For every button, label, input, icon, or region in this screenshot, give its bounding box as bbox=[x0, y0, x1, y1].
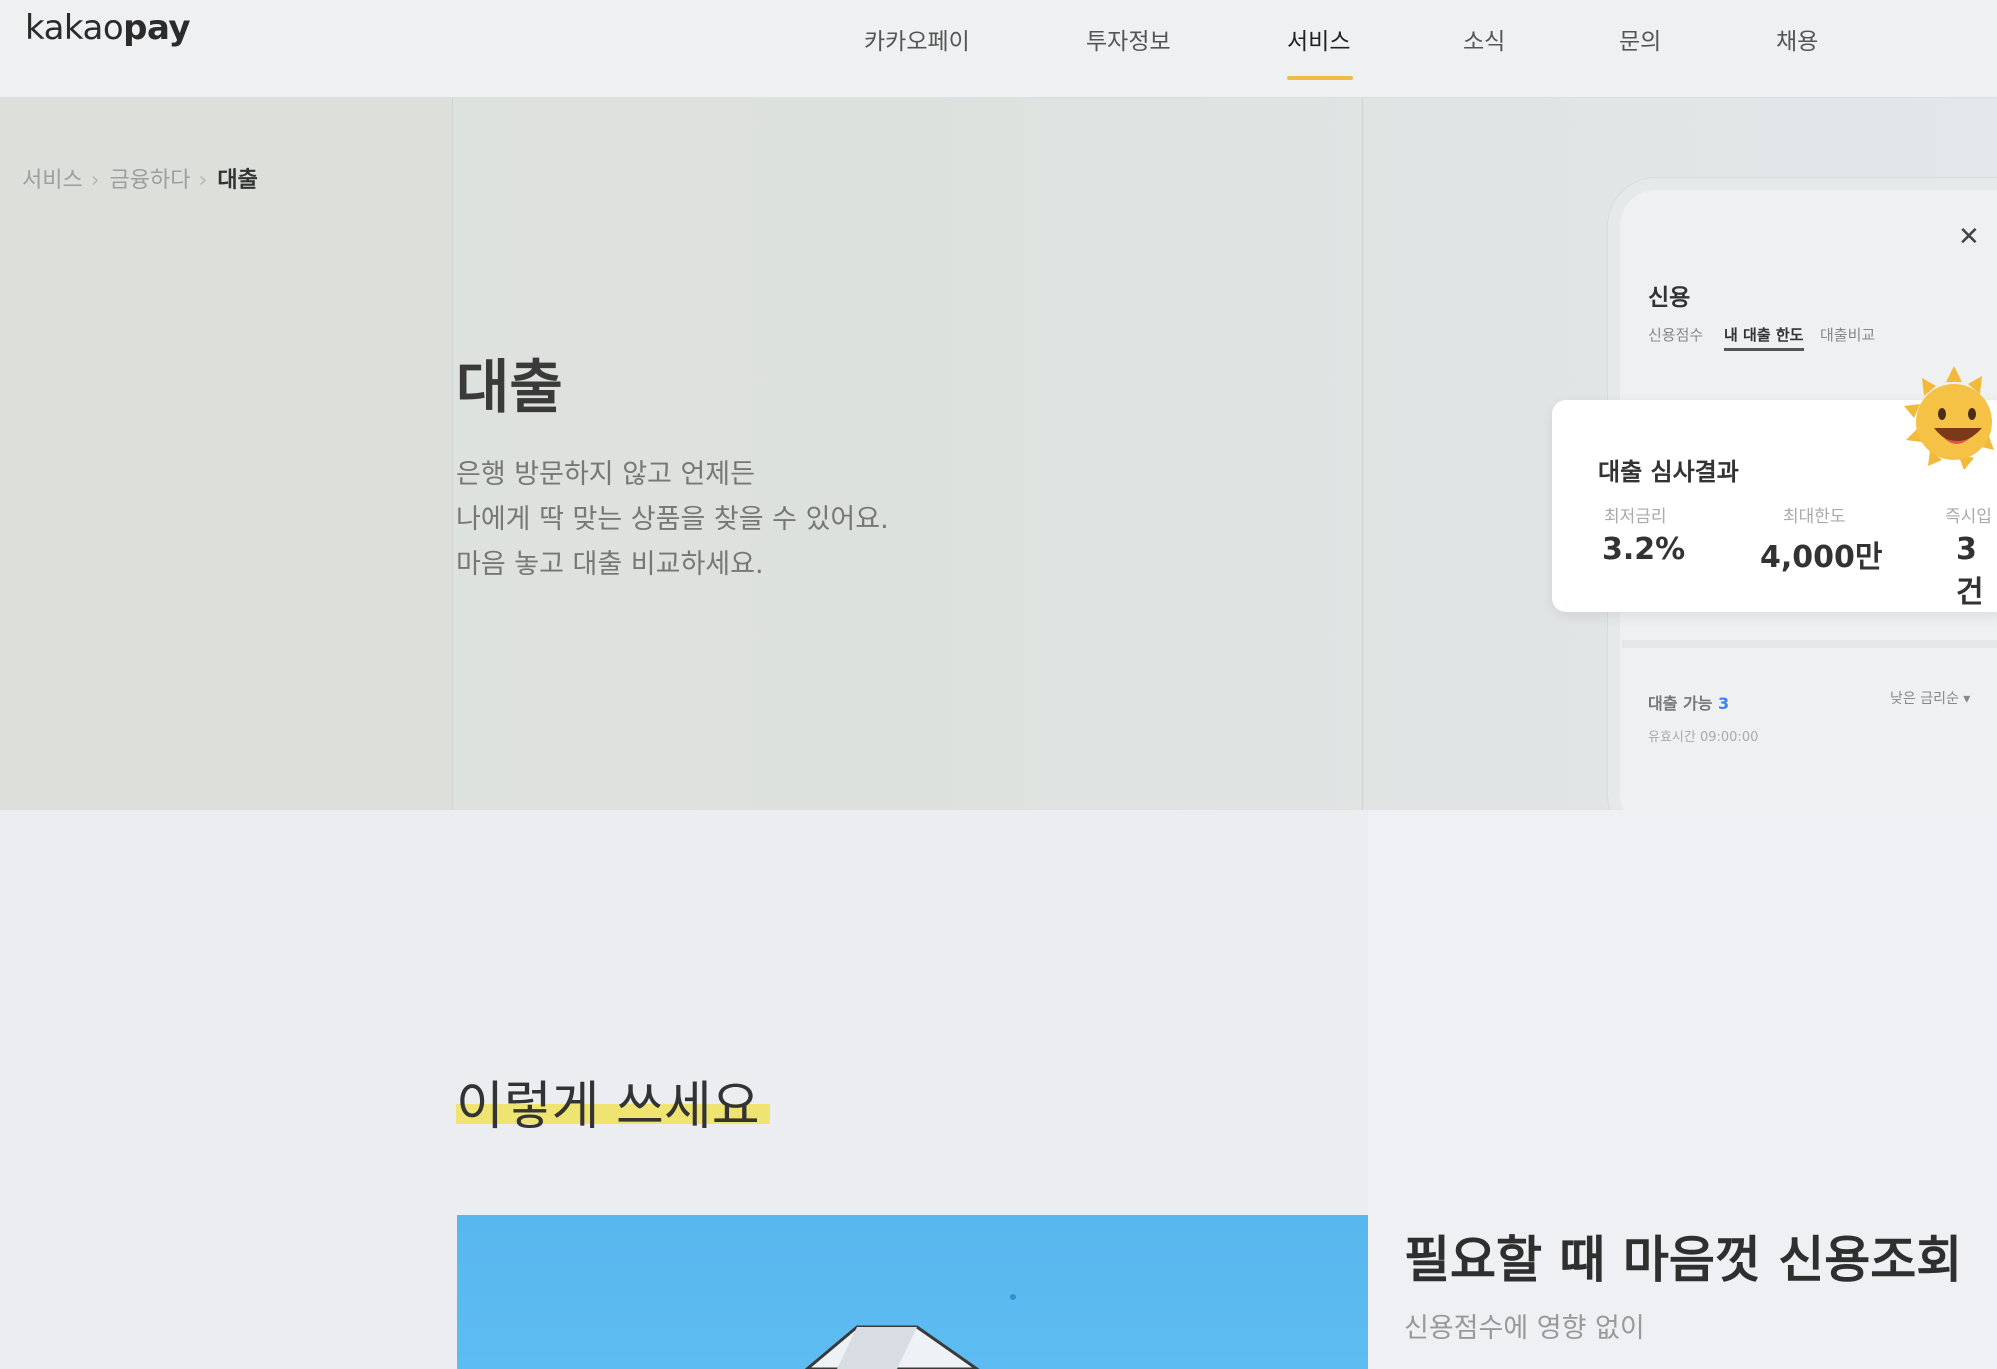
phone-tab-credit-score[interactable]: 신용점수 bbox=[1648, 324, 1703, 345]
breadcrumb-item-services[interactable]: 서비스 bbox=[22, 168, 83, 193]
loan-available-count: 3 bbox=[1718, 694, 1730, 713]
feature-title: 필요할 때 마음껏 신용조회 bbox=[1404, 1231, 1963, 1289]
page-title: 대출 bbox=[456, 353, 563, 421]
main-nav: 카카오페이 투자정보 서비스 소식 문의 채용 bbox=[0, 18, 1997, 80]
result-label-min-rate: 최저금리 bbox=[1604, 507, 1667, 527]
phone-divider bbox=[1622, 640, 1997, 648]
nav-item-news[interactable]: 소식 bbox=[1463, 22, 1505, 56]
breadcrumb-item-finance[interactable]: 금융하다 bbox=[110, 168, 191, 193]
result-value-max-limit: 4,000만 bbox=[1760, 540, 1883, 575]
phone-title: 신용 bbox=[1648, 285, 1691, 311]
nav-item-kakaopay[interactable]: 카카오페이 bbox=[864, 22, 970, 56]
chevron-right-icon: › bbox=[198, 168, 208, 193]
hero-description: 은행 방문하지 않고 언제든 나에게 딱 맞는 상품을 찾을 수 있어요. 마음… bbox=[456, 452, 889, 587]
phone-tab-underline bbox=[1724, 348, 1804, 351]
result-value-min-rate: 3.2% bbox=[1602, 532, 1686, 567]
hero-left-panel bbox=[0, 98, 452, 810]
phone-tab-loan-limit[interactable]: 내 대출 한도 bbox=[1724, 324, 1803, 345]
nav-item-services[interactable]: 서비스 bbox=[1287, 22, 1350, 56]
nav-item-contact[interactable]: 문의 bbox=[1619, 22, 1661, 56]
result-value-instant: 3건 bbox=[1956, 532, 1984, 610]
loan-available-label: 대출 가능 bbox=[1648, 694, 1713, 713]
feature-subtitle: 신용점수에 영향 없이 bbox=[1404, 1313, 1645, 1344]
feature-illustration bbox=[457, 1215, 1368, 1369]
envelope-illustration-icon bbox=[804, 1294, 1016, 1369]
hero-desc-line: 마음 놓고 대출 비교하세요. bbox=[456, 549, 764, 580]
breadcrumb-item-current: 대출 bbox=[217, 168, 258, 193]
nav-item-investor[interactable]: 투자정보 bbox=[1086, 22, 1171, 56]
sort-dropdown[interactable]: 낮은 금리순 ▾ bbox=[1890, 688, 1970, 708]
hero-desc-line: 은행 방문하지 않고 언제든 bbox=[456, 459, 755, 490]
phone-tab-loan-compare[interactable]: 대출비교 bbox=[1820, 324, 1875, 345]
section-title: 이렇게 쓰세요 bbox=[456, 1077, 760, 1137]
grid-divider-mid bbox=[1362, 98, 1363, 810]
chevron-right-icon: › bbox=[90, 168, 100, 193]
result-card-title: 대출 심사결과 bbox=[1598, 458, 1739, 486]
breadcrumb: 서비스 › 금융하다 › 대출 bbox=[22, 162, 266, 194]
loan-available: 대출 가능 3 bbox=[1648, 690, 1729, 714]
hero-desc-line: 나에게 딱 맞는 상품을 찾을 수 있어요. bbox=[456, 504, 889, 535]
sun-character-icon bbox=[1904, 366, 1994, 470]
close-icon[interactable]: ✕ bbox=[1958, 222, 1980, 252]
nav-item-careers[interactable]: 채용 bbox=[1776, 22, 1818, 56]
result-label-instant: 즉시입 bbox=[1945, 507, 1992, 527]
valid-time: 유효시간 09:00:00 bbox=[1648, 730, 1759, 745]
active-nav-underline bbox=[1287, 76, 1353, 80]
top-header: kakaopay 카카오페이 투자정보 서비스 소식 문의 채용 bbox=[0, 0, 1997, 98]
result-label-max-limit: 최대한도 bbox=[1783, 507, 1846, 527]
